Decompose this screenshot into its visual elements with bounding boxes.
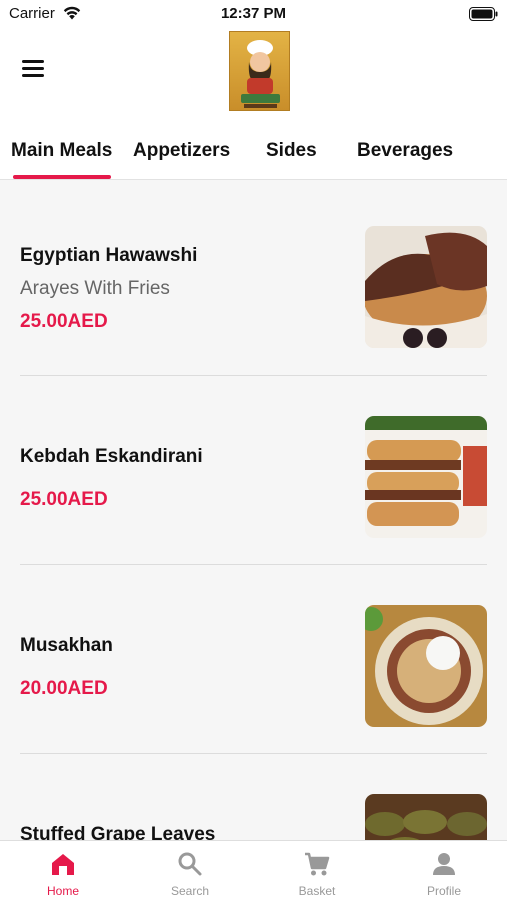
home-icon [52, 854, 74, 875]
tab-beverages[interactable]: Beverages [357, 140, 453, 162]
battery-icon [469, 7, 498, 21]
tab-search-label: Search [170, 884, 210, 898]
clock: 12:37 PM [220, 5, 287, 22]
active-tab-indicator [13, 175, 111, 179]
cart-icon [305, 852, 330, 876]
tab-main-meals[interactable]: Main Meals [11, 140, 112, 162]
item-title: Musakhan [20, 635, 113, 656]
bottom-tab-bar: Home Search Basket Profile [0, 840, 507, 900]
menu-item[interactable]: Kebdah Eskandirani 25.00AED [0, 370, 507, 565]
tab-home-label: Home [46, 884, 79, 898]
tab-search[interactable]: Search [127, 841, 253, 900]
item-price: 25.00AED [20, 311, 108, 332]
tab-basket-label: Basket [298, 884, 336, 898]
menu-item[interactable]: Musakhan 20.00AED [0, 559, 507, 754]
tab-appetizers[interactable]: Appetizers [133, 140, 230, 162]
hawawshi-photo [365, 226, 487, 348]
tab-home[interactable]: Home [0, 841, 126, 900]
tab-sides[interactable]: Sides [266, 140, 317, 162]
item-title: Stuffed Grape Leaves [20, 824, 216, 841]
item-subtitle: Arayes With Fries [20, 278, 170, 299]
item-title: Egyptian Hawawshi [20, 245, 198, 266]
restaurant-logo [229, 31, 290, 111]
item-price: 20.00AED [20, 678, 108, 699]
status-bar: Carrier 12:37 PM [0, 0, 507, 28]
menu-item[interactable]: Egyptian Hawawshi Arayes With Fries 25.0… [0, 181, 507, 376]
grape-leaves-photo [365, 794, 487, 841]
tab-profile[interactable]: Profile [381, 841, 507, 900]
musakhan-platter-photo [365, 605, 487, 727]
person-icon [433, 853, 455, 875]
tab-profile-label: Profile [426, 884, 461, 898]
item-price: 25.00AED [20, 489, 108, 510]
menu-item[interactable]: Stuffed Grape Leaves [0, 748, 507, 841]
tab-basket[interactable]: Basket [254, 841, 380, 900]
kebdah-sandwich-photo [365, 416, 487, 538]
hamburger-menu-icon[interactable] [22, 60, 48, 82]
app-header [0, 28, 507, 120]
item-title: Kebdah Eskandirani [20, 446, 203, 467]
menu-item-list[interactable]: Egyptian Hawawshi Arayes With Fries 25.0… [0, 181, 507, 841]
category-tabs: Main Meals Appetizers Sides Beverages [0, 120, 507, 180]
search-icon [178, 852, 202, 876]
